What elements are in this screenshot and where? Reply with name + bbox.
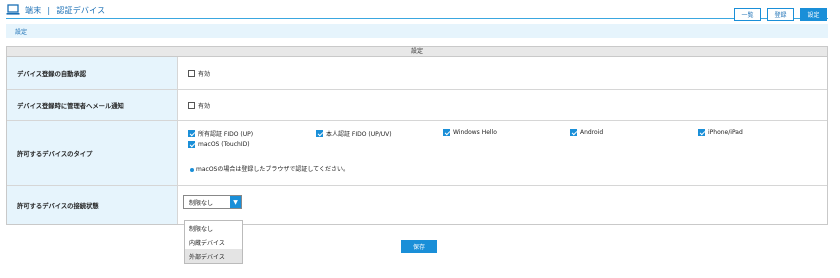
checkbox-label: Windows Hello: [453, 129, 497, 136]
checkbox-box[interactable]: [188, 141, 195, 148]
title-subsection: 認証デバイス: [56, 5, 106, 15]
checkbox-label: 有効: [198, 102, 211, 110]
breadcrumb-bar: 設定: [6, 24, 828, 38]
admin-notify-label: デバイス登録時に管理者へメール通知: [7, 90, 178, 120]
register-button[interactable]: 登録: [767, 8, 794, 21]
table-header: 設定: [7, 47, 827, 57]
dropdown-option[interactable]: 内蔵デバイス: [185, 235, 242, 249]
list-button[interactable]: 一覧: [734, 8, 761, 21]
connection-label: 許可するデバイスの接続状態: [7, 186, 178, 224]
checkbox-box[interactable]: [698, 129, 705, 136]
connection-value: 制限なし ▼: [178, 186, 827, 224]
title-separator: |: [47, 5, 51, 15]
checkbox-label: 本人認証 FIDO (UP/UV): [326, 131, 392, 138]
laptop-icon: [6, 4, 20, 15]
checkbox-box[interactable]: [188, 101, 195, 109]
device-type-macos[interactable]: macOS (TouchID): [188, 141, 250, 148]
device-type-android[interactable]: Android: [570, 129, 603, 136]
row-admin-notify: デバイス登録時に管理者へメール通知 有効: [7, 90, 827, 121]
connection-select[interactable]: 制限なし ▼: [183, 195, 242, 209]
breadcrumb: 設定: [15, 29, 28, 36]
checkbox-box[interactable]: [188, 130, 195, 137]
title-section: 端末: [25, 5, 42, 15]
row-connection: 許可するデバイスの接続状態 制限なし ▼: [7, 186, 827, 224]
device-types-label: 許可するデバイスのタイプ: [7, 121, 178, 185]
chevron-down-icon[interactable]: ▼: [230, 196, 241, 208]
device-type-fido-upuv[interactable]: 本人認証 FIDO (UP/UV): [316, 129, 392, 138]
checkbox-box[interactable]: [443, 129, 450, 136]
auto-approve-value: 有効: [178, 57, 827, 89]
checkbox-label: iPhone/iPad: [708, 129, 743, 136]
checkbox-label: 所有認証 FIDO (UP): [198, 131, 254, 138]
save-button[interactable]: 保存: [401, 240, 437, 253]
checkbox-box[interactable]: [570, 129, 577, 136]
checkbox-label: Android: [580, 129, 604, 136]
admin-notify-value: 有効: [178, 90, 827, 120]
settings-button[interactable]: 設定: [800, 8, 827, 21]
settings-table: 設定 デバイス登録の自動承認 有効 デバイス登録時に管理者へメール通知 有効 許…: [6, 46, 828, 225]
device-type-windows-hello[interactable]: Windows Hello: [443, 129, 497, 136]
page-title: 端末 | 認証デバイス: [6, 4, 105, 16]
connection-dropdown: 制限なし 内蔵デバイス 外部デバイス: [184, 220, 243, 264]
dropdown-option[interactable]: 外部デバイス: [185, 249, 242, 263]
bullet-icon: [190, 167, 194, 172]
device-type-iphone[interactable]: iPhone/iPad: [698, 129, 743, 136]
title-underline: [6, 18, 828, 19]
auto-approve-checkbox[interactable]: 有効: [188, 69, 210, 78]
checkbox-box[interactable]: [188, 69, 195, 77]
page-header: 端末 | 認証デバイス 一覧 登録 設定: [0, 0, 840, 24]
row-device-types: 許可するデバイスのタイプ 所有認証 FIDO (UP) 本人認証 FIDO (U…: [7, 121, 827, 186]
dropdown-option[interactable]: 制限なし: [185, 221, 242, 235]
device-type-fido-up[interactable]: 所有認証 FIDO (UP): [188, 129, 253, 138]
note-text: macOSの場合は登録したブラウザで認証してください。: [196, 166, 349, 173]
checkbox-label: macOS (TouchID): [198, 141, 250, 148]
row-auto-approve: デバイス登録の自動承認 有効: [7, 57, 827, 90]
checkbox-label: 有効: [198, 70, 211, 78]
checkbox-box[interactable]: [316, 130, 323, 137]
macos-note: macOSの場合は登録したブラウザで認証してください。: [190, 164, 349, 173]
device-types-value: 所有認証 FIDO (UP) 本人認証 FIDO (UP/UV) Windows…: [178, 121, 827, 185]
admin-notify-checkbox[interactable]: 有効: [188, 101, 210, 110]
auto-approve-label: デバイス登録の自動承認: [7, 57, 178, 89]
select-value: 制限なし: [189, 199, 214, 207]
